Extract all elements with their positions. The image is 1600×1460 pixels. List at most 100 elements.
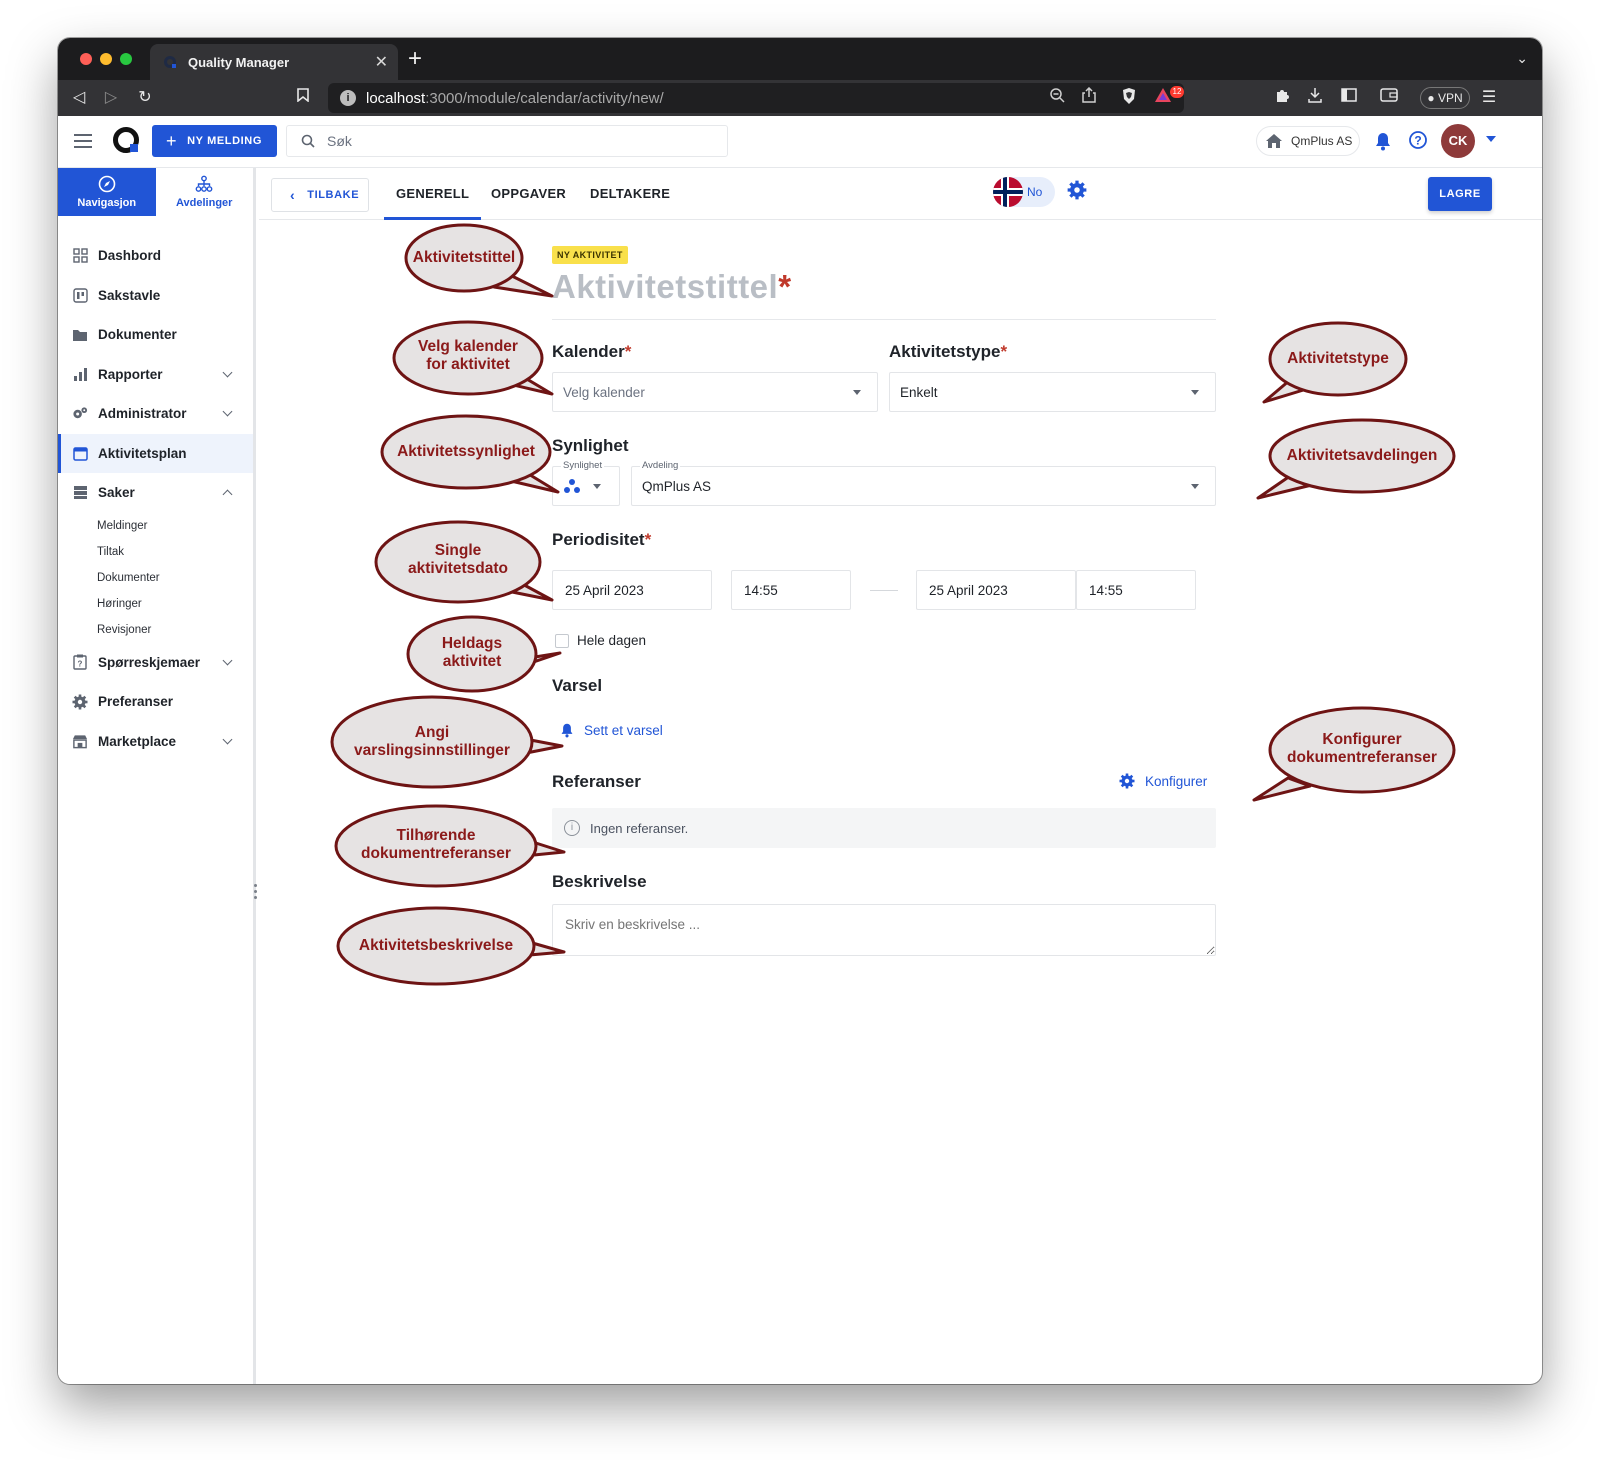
browser-menu-icon[interactable]: ☰ — [1478, 87, 1500, 109]
search-input[interactable] — [327, 133, 707, 149]
chevron-down-icon[interactable] — [222, 367, 233, 377]
visibility-select[interactable]: Synlighet — [552, 460, 620, 506]
new-message-button[interactable]: + NY MELDING — [152, 125, 277, 157]
activity-type-select[interactable]: Enkelt — [889, 372, 1216, 412]
svg-text:?: ? — [78, 660, 83, 669]
sidebar-subitem-dokumenter[interactable]: Dokumenter — [58, 565, 253, 591]
search-icon — [301, 134, 315, 148]
share-icon[interactable] — [1078, 86, 1100, 109]
caret-down-icon — [1191, 484, 1199, 489]
reload-icon[interactable]: ↻ — [134, 87, 156, 109]
sidebar-item-rapporter[interactable]: Rapporter — [58, 355, 253, 395]
brave-shield-icon[interactable] — [1118, 87, 1140, 109]
store-icon — [72, 733, 88, 749]
back-nav-icon[interactable]: ◁ — [68, 87, 90, 109]
sidebar-item-label: Rapporter — [98, 366, 163, 382]
sidebar-toggle-icon[interactable] — [1338, 87, 1360, 109]
sidebar-item-sakstavle[interactable]: Sakstavle — [58, 276, 253, 316]
department-value: QmPlus AS — [642, 478, 712, 494]
end-time-input[interactable]: 14:55 — [1076, 570, 1196, 610]
sidebar-tab-navigasjon[interactable]: Navigasjon — [58, 168, 156, 216]
rewards-badge: 12 — [1170, 86, 1184, 98]
sidebar-subitem-tiltak[interactable]: Tiltak — [58, 539, 253, 565]
bar-chart-icon — [72, 366, 88, 382]
tab-list-chevron-icon[interactable]: ⌄ — [1516, 50, 1528, 67]
chevron-down-icon[interactable] — [222, 406, 233, 417]
browser-tab-bar: Quality Manager ✕ + ⌄ — [58, 38, 1542, 80]
forward-nav-icon[interactable]: ▷ — [100, 87, 122, 109]
downloads-icon[interactable] — [1304, 87, 1326, 109]
user-avatar[interactable]: CK — [1441, 124, 1475, 158]
settings-gear-icon[interactable] — [1067, 180, 1087, 200]
sidebar-item-label: Aktivitetsplan — [98, 445, 187, 461]
sidebar-tab-avdelinger[interactable]: Avdelinger — [156, 168, 254, 216]
new-tab-button[interactable]: + — [408, 46, 422, 72]
vpn-button[interactable]: ● VPN — [1420, 87, 1470, 109]
sidebar-item-label: Dokumenter — [98, 327, 177, 343]
sidebar-subitem-horinger[interactable]: Høringer — [58, 591, 253, 617]
callout-alert-line1: Angi — [414, 724, 450, 741]
org-chart-icon — [195, 175, 213, 192]
minimize-window-button[interactable] — [100, 53, 112, 65]
all-day-label: Hele dagen — [577, 633, 647, 648]
zoom-out-icon[interactable] — [1046, 87, 1068, 109]
hamburger-menu-icon[interactable] — [74, 134, 92, 148]
notifications-bell-icon[interactable] — [1374, 131, 1392, 151]
user-menu-chevron-icon[interactable] — [1486, 136, 1496, 142]
organization-selector[interactable]: QmPlus AS — [1256, 126, 1360, 156]
back-button[interactable]: ‹ TILBAKE — [271, 178, 369, 212]
chevron-down-icon[interactable] — [222, 655, 233, 665]
start-date-input[interactable]: 25 April 2023 — [552, 570, 712, 610]
site-info-icon[interactable]: i — [340, 90, 356, 106]
sidebar-item-sporreskjemaer[interactable]: ? Spørreskjemaer — [58, 643, 253, 683]
bookmark-icon[interactable] — [292, 87, 314, 109]
chevron-down-icon[interactable] — [222, 734, 233, 744]
tab-oppgaver[interactable]: OPPGAVER — [491, 168, 566, 220]
callout-references-text: Tilhørende dokumentreferanser — [336, 827, 536, 863]
description-textarea[interactable] — [552, 904, 1216, 956]
calendar-select[interactable]: Velg kalender — [552, 372, 878, 412]
callout-references-line2: dokumentreferanser — [361, 845, 511, 862]
department-mini-label: Avdeling — [640, 460, 681, 471]
home-icon — [1266, 134, 1282, 148]
sidebar-item-marketplace[interactable]: Marketplace — [58, 722, 253, 762]
sidebar-item-administrator[interactable]: Administrator — [58, 394, 253, 434]
set-alert-link[interactable]: Sett et varsel — [560, 722, 663, 738]
sidebar-item-saker[interactable]: Saker — [58, 473, 253, 513]
callout-single-date-text: Single aktivitetsdato — [376, 542, 540, 578]
zoom-window-button[interactable] — [120, 53, 132, 65]
all-day-checkbox[interactable] — [555, 634, 569, 648]
language-selector[interactable]: No — [993, 177, 1055, 207]
chevron-up-icon[interactable] — [222, 489, 233, 500]
close-window-button[interactable] — [80, 53, 92, 65]
sidebar-item-dashbord[interactable]: Dashbord — [58, 236, 253, 276]
sidebar-item-aktivitetsplan[interactable]: Aktivitetsplan — [58, 433, 253, 473]
browser-tab[interactable]: Quality Manager ✕ — [150, 44, 398, 80]
sidebar-subitem-meldinger[interactable]: Meldinger — [58, 513, 253, 539]
activity-title-input[interactable]: Aktivitetstittel* — [552, 268, 1216, 320]
department-select[interactable]: Avdeling QmPlus AS — [631, 460, 1216, 506]
callout-alert-line2: varslingsinnstillinger — [354, 742, 510, 759]
clipboard-icon: ? — [72, 654, 88, 670]
browser-tab-title: Quality Manager — [188, 54, 290, 70]
configure-references-link[interactable]: Konfigurer — [1119, 773, 1207, 789]
end-date-input[interactable]: 25 April 2023 — [916, 570, 1076, 610]
sidebar-resize-handle[interactable] — [254, 884, 257, 902]
extensions-icon[interactable] — [1272, 87, 1294, 109]
app-favicon-icon — [164, 56, 176, 68]
wallet-icon[interactable] — [1378, 87, 1400, 109]
search-box — [286, 125, 728, 157]
callout-configure-text: Konfigurer dokumentreferanser — [1270, 731, 1454, 767]
sidebar-item-preferanser[interactable]: Preferanser — [58, 682, 253, 722]
help-icon[interactable]: ? — [1408, 130, 1428, 150]
tab-generell[interactable]: GENERELL — [383, 168, 482, 220]
save-button[interactable]: LAGRE — [1428, 177, 1492, 211]
svg-text:?: ? — [1414, 134, 1421, 148]
start-time-input[interactable]: 14:55 — [731, 570, 851, 610]
callout-calendar-text: Velg kalender for aktivitet — [394, 338, 542, 374]
close-tab-icon[interactable]: ✕ — [375, 52, 388, 72]
users-visibility-icon — [564, 479, 580, 493]
sidebar-subitem-revisjoner[interactable]: Revisjoner — [58, 617, 253, 643]
sidebar-item-dokumenter[interactable]: Dokumenter — [58, 315, 253, 355]
tab-deltakere[interactable]: DELTAKERE — [590, 168, 670, 220]
